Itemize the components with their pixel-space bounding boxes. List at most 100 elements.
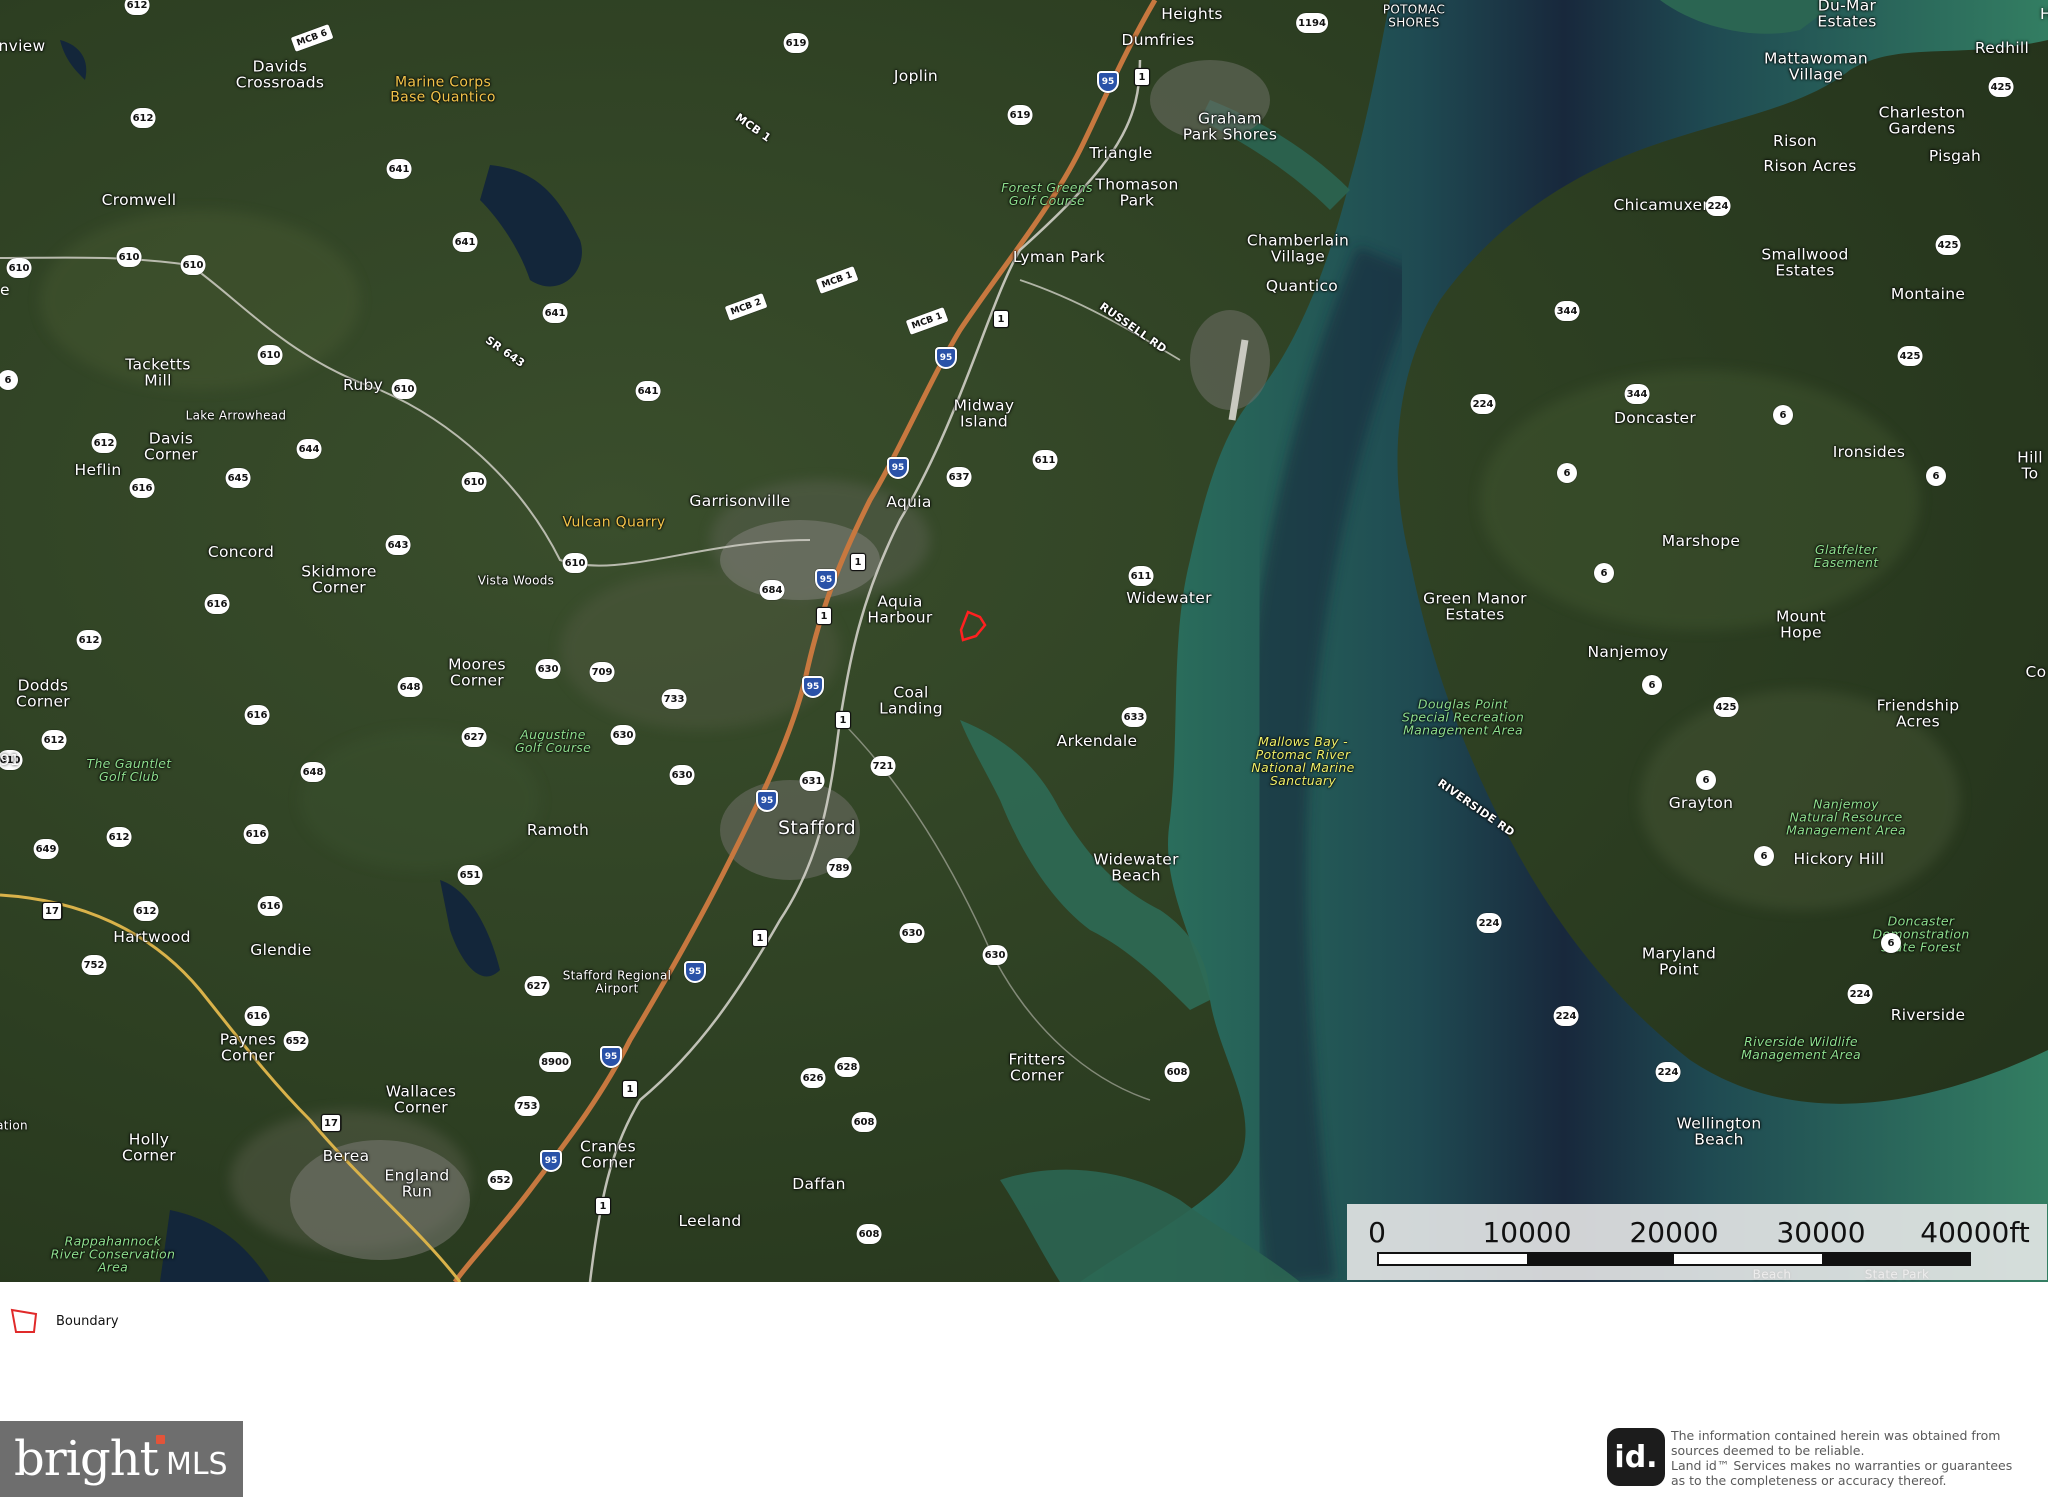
place-label: Mattawoman Village [1763,49,1869,84]
logo-wordmark: bright [14,1431,159,1487]
interstate-route-shield-icon: 95 [887,457,909,479]
state-route-shield-icon: 224 [1655,1062,1681,1082]
state-route-shield-icon: 6 [1754,846,1774,866]
logo-suffix: MLS [165,1446,228,1482]
state-route-shield-icon: 641 [542,303,568,323]
place-label: Green Manor Estates [1423,589,1527,624]
place-label: Dumfries [1121,30,1195,49]
interstate-route-shield-icon: 95 [935,347,957,369]
state-route-shield-icon: 648 [300,762,326,782]
boundary-legend-icon [10,1308,38,1333]
place-label: Berea [322,1146,370,1165]
satellite-map[interactable]: Heights Dumfries POTOMAC SHORES Du-Mar Esta… [0,0,2048,1282]
us-route-shield-icon: 1 [595,1197,611,1215]
us-route-shield-icon: 1 [993,310,1009,328]
scale-tick: 10000 [1482,1216,1572,1249]
state-route-shield-icon: 344 [1624,384,1650,404]
place-label: Redhill [1974,38,2030,57]
place-label: Mallows Bay - Potomac River National Mar… [1251,733,1355,789]
scale-bar: 0 10000 20000 30000 40000ft [1347,1204,2047,1280]
state-route-shield-icon: 616 [204,594,230,614]
interstate-route-shield-icon: 95 [815,569,837,591]
scale-segment [1379,1254,1527,1264]
interstate-route-shield-icon: 95 [540,1150,562,1172]
state-route-shield-icon: 616 [243,824,269,844]
place-label: Doncaster [1613,408,1697,427]
map-legend: Boundary [8,1306,119,1336]
place-label: Charleston Gardens [1878,103,1966,138]
scale-tick: 0 [1368,1216,1386,1249]
interstate-route-shield-icon: 95 [756,790,778,812]
state-route-shield-icon: 753 [514,1096,540,1116]
scale-bar-segments [1377,1252,1971,1266]
place-label: Coal Landing [879,683,943,718]
place-label: Nanjemoy [1587,642,1669,661]
scale-tick: 30000 [1776,1216,1866,1249]
scale-tick: 40000ft [1920,1216,2030,1249]
place-label: Davis Corner [144,429,198,464]
us-route-shield-icon: 1 [816,607,832,625]
state-route-shield-icon: 630 [982,945,1008,965]
state-route-shield-icon: 224 [1476,913,1502,933]
scale-segment [1526,1254,1674,1264]
place-label: Glatfelter Easement [1813,541,1879,570]
state-route-shield-icon: 628 [834,1057,860,1077]
place-label: Nanjemoy Natural Resource Management Are… [1786,796,1906,838]
state-route-shield-icon: 224 [1470,394,1496,414]
state-route-shield-icon: 610 [180,255,206,275]
state-route-shield-icon: 627 [524,976,550,996]
place-label: Hartwood [113,927,191,946]
place-label: Maryland Point [1641,944,1717,979]
logo-accent-icon [156,1435,165,1444]
state-route-shield-icon: 626 [800,1068,826,1088]
state-route-shield-icon: 733 [661,689,687,709]
place-label: England Run [384,1166,450,1201]
state-route-shield-icon: 652 [283,1031,309,1051]
place-label: Riverside [1890,1005,1966,1024]
us-route-shield-icon: 1 [835,711,851,729]
state-route-shield-icon: 425 [1935,235,1961,255]
state-route-shield-icon: 648 [397,677,423,697]
place-label: Augustine Golf Course [514,726,592,755]
state-route-shield-icon: 630 [610,725,636,745]
state-route-shield-icon: 641 [635,381,661,401]
state-route-shield-icon: 612 [133,901,159,921]
place-label: Wallaces Corner [385,1082,457,1117]
place-label: Joplin [893,66,939,85]
place-label: Pisgah [1928,146,1982,165]
state-route-shield-icon: 616 [129,478,155,498]
state-route-shield-icon: 631 [799,771,825,791]
place-label: Ramoth [526,820,590,839]
place-label: Rison [1773,131,1817,150]
place-label: Ruby [342,375,384,394]
state-route-shield-icon: 610 [461,472,487,492]
land-id-logo: id. [1607,1428,1665,1486]
state-route-shield-icon: 224 [1705,196,1731,216]
place-label: Montaine [1890,284,1966,303]
place-label: Marine Corps Base Quantico [390,74,496,105]
place-label: POTOMAC SHORES [1382,2,1446,29]
state-route-shield-icon: 1194 [1296,13,1328,33]
interstate-route-shield-icon: 95 [684,961,706,983]
legend-label: Boundary [56,1313,119,1329]
state-route-shield-icon: 643 [385,535,411,555]
state-route-shield-icon: 610 [391,379,417,399]
state-route-shield-icon: 612 [41,730,67,750]
place-label: Vista Woods [477,573,555,588]
place-label: Mount Hope [1775,607,1827,642]
state-route-shield-icon: 344 [1554,301,1580,321]
scale-segment [1821,1254,1969,1264]
state-route-shield-icon: 425 [1988,77,2014,97]
place-label: Fritters Corner [1008,1050,1066,1085]
place-label: Holly Corner [122,1130,176,1165]
state-route-shield-icon: 752 [81,955,107,975]
place-label: Cromwell [101,190,177,209]
place-label: Stafford [777,817,857,840]
state-route-shield-icon: 684 [759,580,785,600]
place-label: Tacketts Mill [125,355,191,390]
state-route-shield-icon: 644 [296,439,322,459]
place-label: Thomason Park [1095,175,1179,210]
place-label: Hickory Hill [1793,849,1885,868]
place-label: Davids Crossroads [235,57,325,92]
state-route-shield-icon: 627 [461,727,487,747]
